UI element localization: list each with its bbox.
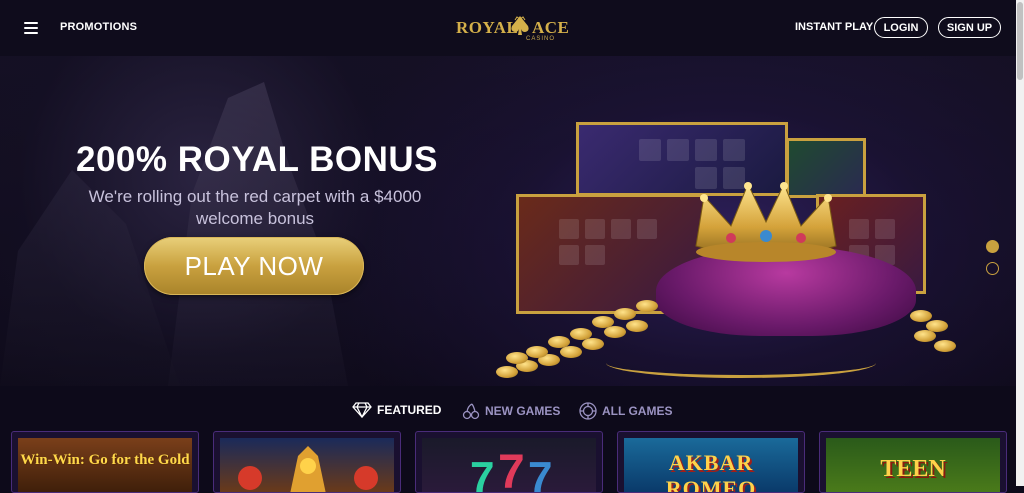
hero-illustration: [486, 116, 966, 386]
top-nav: PROMOTIONS ROYAL ACE CASINO INSTANT PLAY…: [0, 0, 1016, 56]
tab-new-games-label: NEW GAMES: [485, 404, 561, 418]
tab-new-games[interactable]: NEW GAMES: [462, 402, 560, 420]
carousel-dot-1[interactable]: [986, 240, 999, 253]
royal-ace-logo[interactable]: ROYAL ACE CASINO: [456, 14, 570, 44]
game-thumbnail: [220, 438, 394, 492]
diamond-icon: [352, 402, 372, 418]
game-card[interactable]: Win-Win: Go for the Gold: [11, 431, 199, 493]
hero-subtitle: We're rolling out the red carpet with a …: [88, 187, 422, 228]
spade-crown-icon: [511, 16, 529, 35]
cherries-icon: [462, 403, 480, 420]
game-thumbnail: 7 7 7: [422, 438, 596, 492]
instant-play-link[interactable]: INSTANT PLAY: [795, 21, 873, 33]
play-now-button[interactable]: PLAY NOW: [144, 237, 364, 295]
logo-text-ace: ACE: [532, 18, 570, 37]
hero-banner: 200% ROYAL BONUS We're rolling out the r…: [0, 56, 1016, 386]
login-button[interactable]: LOGIN: [874, 17, 928, 38]
svg-text:7: 7: [470, 453, 494, 492]
page-scrollbar[interactable]: [1016, 0, 1024, 486]
game-card[interactable]: AKBAR ROMEO: [617, 431, 805, 493]
hamburger-menu-icon[interactable]: [24, 22, 38, 34]
lantern-art: [238, 446, 378, 492]
svg-text:7: 7: [498, 446, 525, 492]
sevens-art: 7 7 7: [470, 446, 552, 492]
tab-all-games-label: ALL GAMES: [602, 404, 673, 418]
tab-featured[interactable]: FEATURED: [352, 402, 441, 418]
game-thumbnail: AKBAR ROMEO: [624, 438, 798, 492]
gold-coins: [906, 306, 966, 366]
game-category-tabs: FEATURED NEW GAMES ALL GAMES: [0, 386, 1016, 432]
game-thumbnail: TEEN: [826, 438, 1000, 492]
tab-all-games[interactable]: ALL GAMES: [579, 402, 672, 420]
crown-icon: [695, 182, 837, 262]
scrollbar-thumb[interactable]: [1017, 2, 1023, 80]
game-card[interactable]: 7 7 7: [415, 431, 603, 493]
hero-title: 200% ROYAL BONUS: [76, 140, 439, 179]
game-title: TEEN: [880, 456, 946, 482]
svg-text:7: 7: [528, 453, 552, 492]
game-title: Win-Win: Go for the Gold: [20, 452, 190, 468]
carousel-dot-2[interactable]: [986, 262, 999, 275]
logo-subtitle: CASINO: [526, 36, 556, 42]
signup-button[interactable]: SIGN UP: [938, 17, 1001, 38]
chip-icon: [579, 402, 597, 420]
tab-featured-label: FEATURED: [377, 403, 442, 417]
game-card[interactable]: [213, 431, 401, 493]
promotions-link[interactable]: PROMOTIONS: [60, 21, 137, 33]
gold-rope: [606, 348, 876, 378]
game-card[interactable]: TEEN: [819, 431, 1007, 493]
game-thumbnail: Win-Win: Go for the Gold: [18, 438, 192, 492]
